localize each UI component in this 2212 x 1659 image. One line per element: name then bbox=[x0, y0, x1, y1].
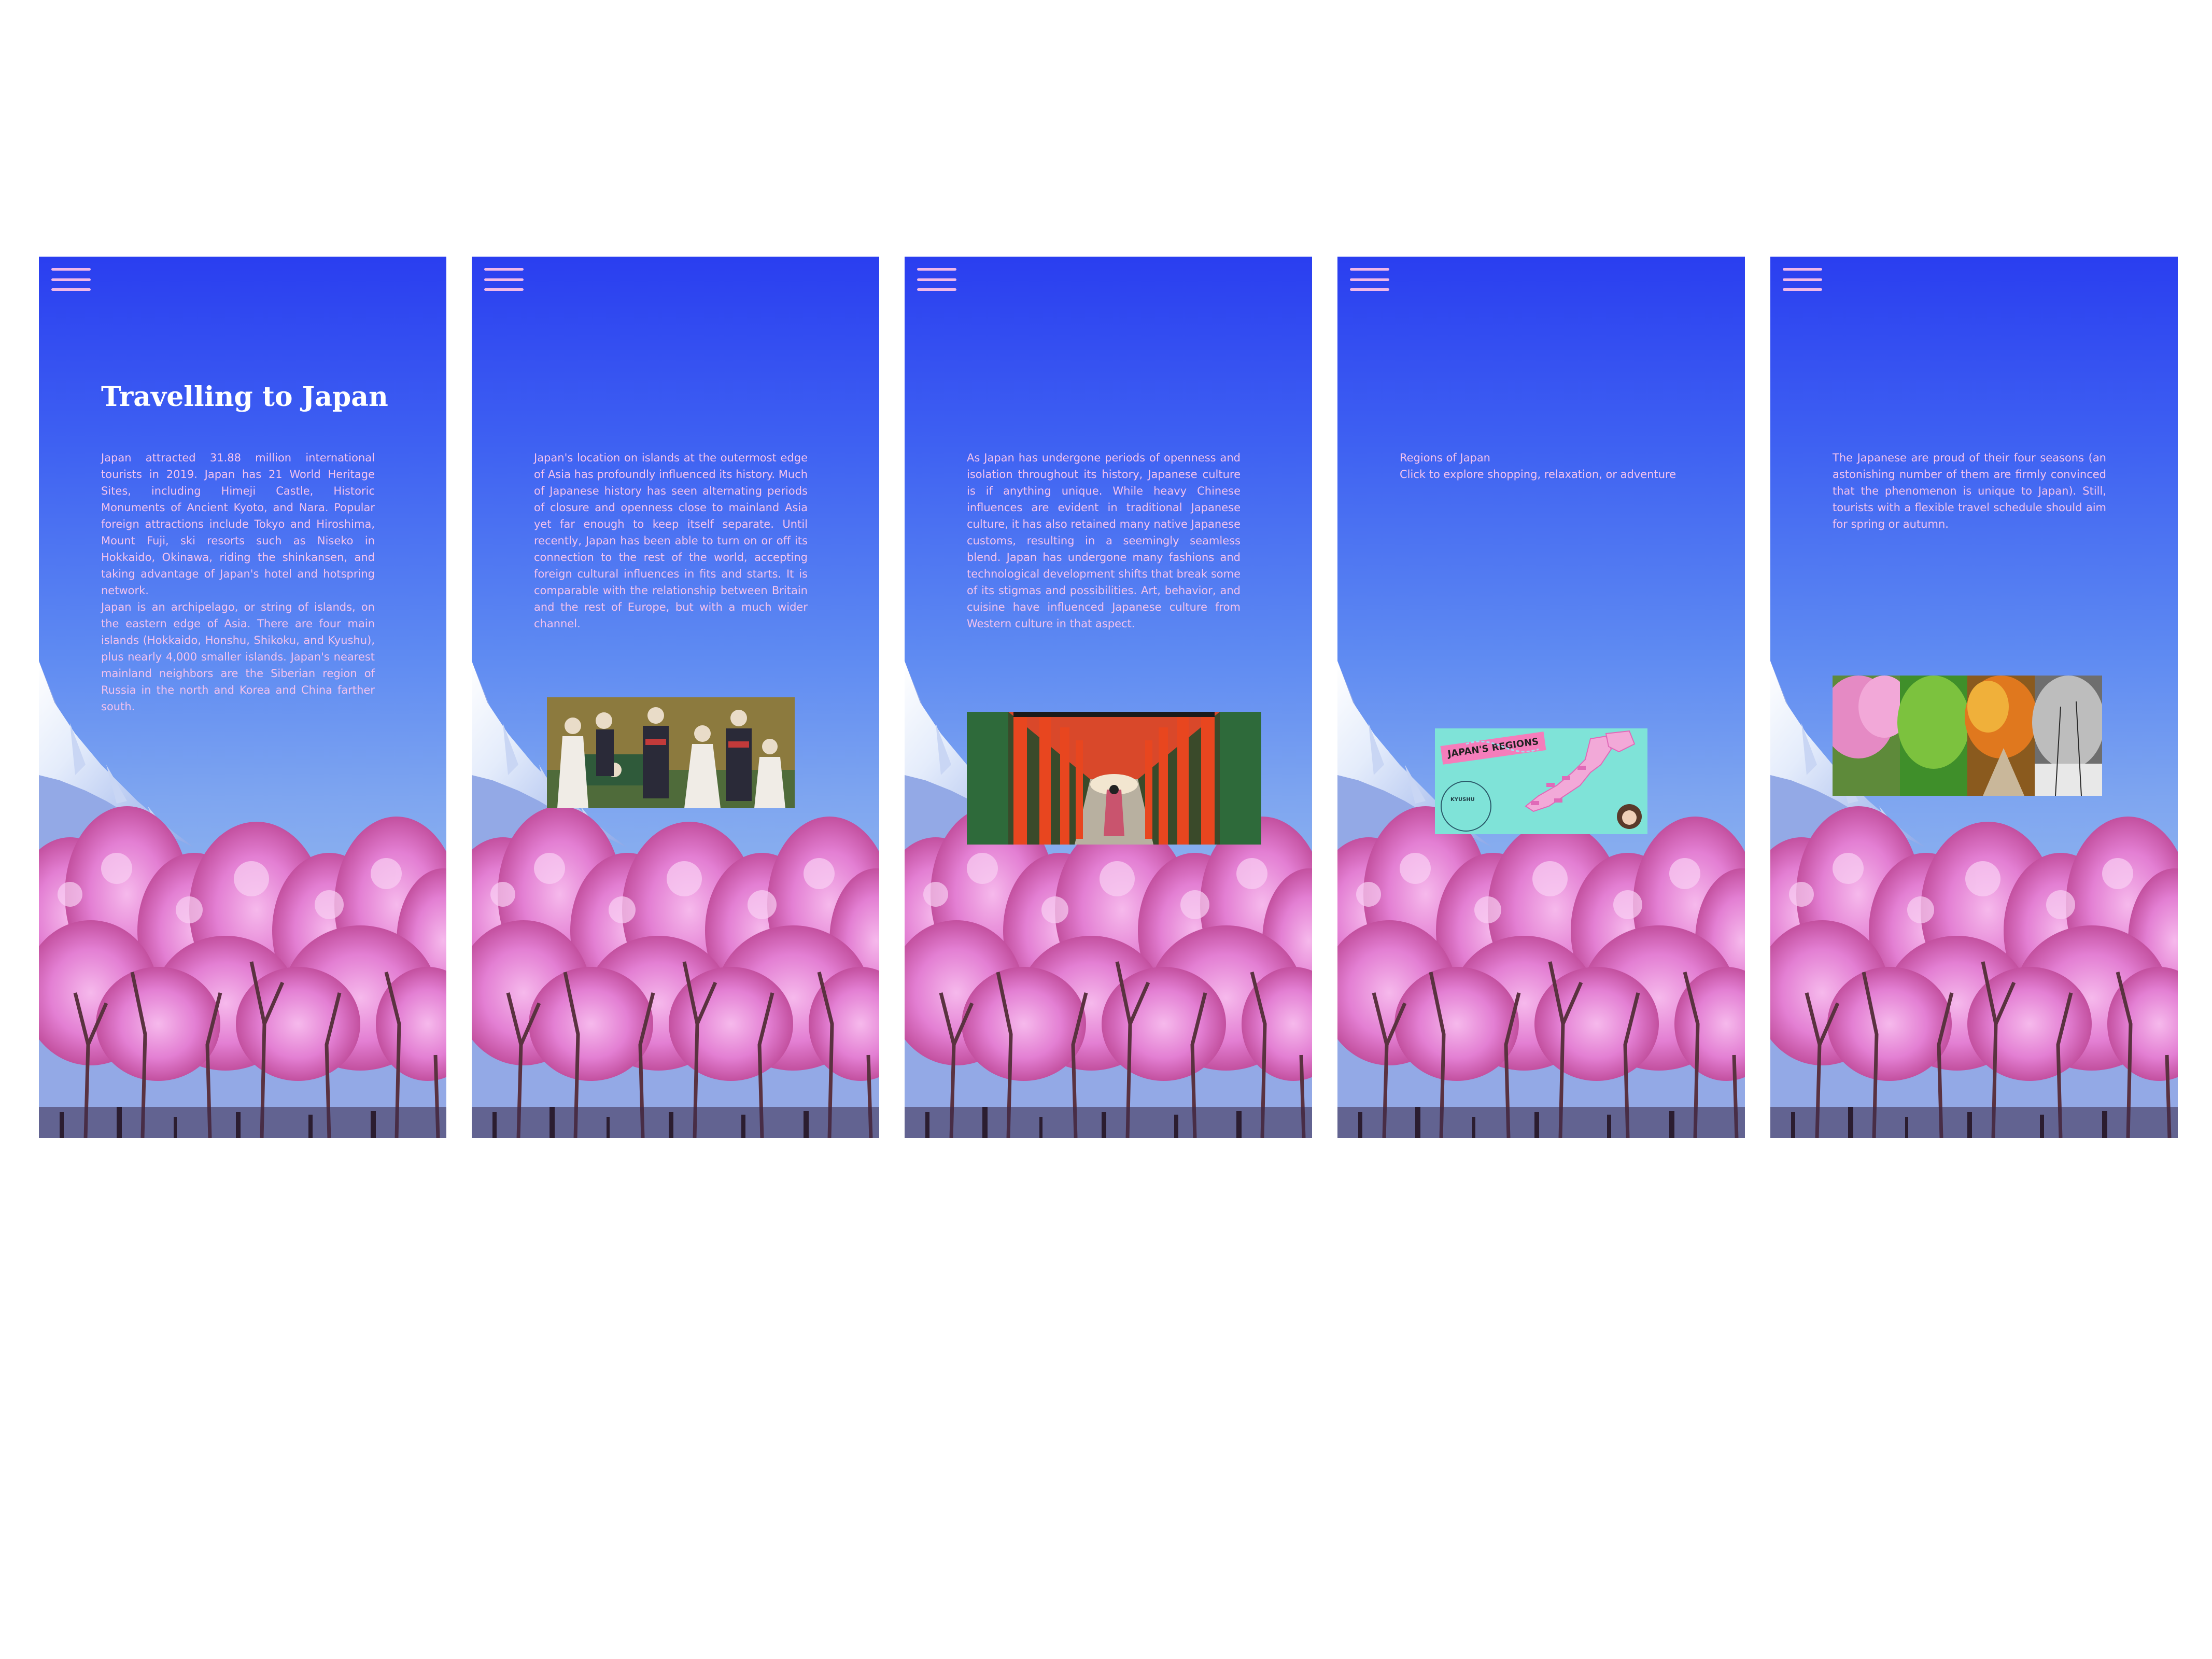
torii-gates-photo[interactable] bbox=[967, 712, 1261, 845]
hamburger-menu-icon[interactable] bbox=[1783, 268, 1822, 291]
screen-history: Japan's location on islands at the outer… bbox=[472, 257, 879, 1138]
screen-regions: Regions of Japan Click to explore shoppi… bbox=[1337, 257, 1745, 1138]
intro-paragraph: Japan attracted 31.88 million internatio… bbox=[101, 452, 375, 597]
hamburger-menu-icon[interactable] bbox=[484, 268, 524, 291]
hamburger-menu-icon[interactable] bbox=[1350, 268, 1389, 291]
hamburger-menu-icon[interactable] bbox=[917, 268, 956, 291]
hamburger-menu-icon[interactable] bbox=[51, 268, 91, 291]
historical-family-photo[interactable] bbox=[547, 697, 795, 808]
seasons-paragraph: The Japanese are proud of their four sea… bbox=[1833, 452, 2106, 530]
map-callout: KYUSHU bbox=[1450, 797, 1475, 803]
culture-paragraph: As Japan has undergone periods of openne… bbox=[967, 452, 1241, 630]
screen-culture: As Japan has undergone periods of openne… bbox=[905, 257, 1312, 1138]
geography-paragraph: Japan is an archipelago, or string of is… bbox=[101, 601, 375, 713]
cherry-blossom-mount-fuji-background bbox=[905, 257, 1312, 1138]
screen-travelling-to-japan: Travelling to Japan Japan attracted 31.8… bbox=[39, 257, 446, 1138]
cherry-blossom-mount-fuji-background bbox=[1337, 257, 1745, 1138]
four-seasons-photo[interactable] bbox=[1833, 676, 2102, 796]
regions-subheading: Click to explore shopping, relaxation, o… bbox=[1400, 468, 1676, 481]
history-paragraph: Japan's location on islands at the outer… bbox=[534, 452, 808, 630]
japan-regions-map[interactable]: JAPAN'S REGIONS KYUSHU bbox=[1435, 728, 1647, 834]
regions-heading: Regions of Japan bbox=[1400, 452, 1490, 464]
page-title: Travelling to Japan bbox=[101, 381, 388, 413]
screen-seasons: The Japanese are proud of their four sea… bbox=[1770, 257, 2178, 1138]
